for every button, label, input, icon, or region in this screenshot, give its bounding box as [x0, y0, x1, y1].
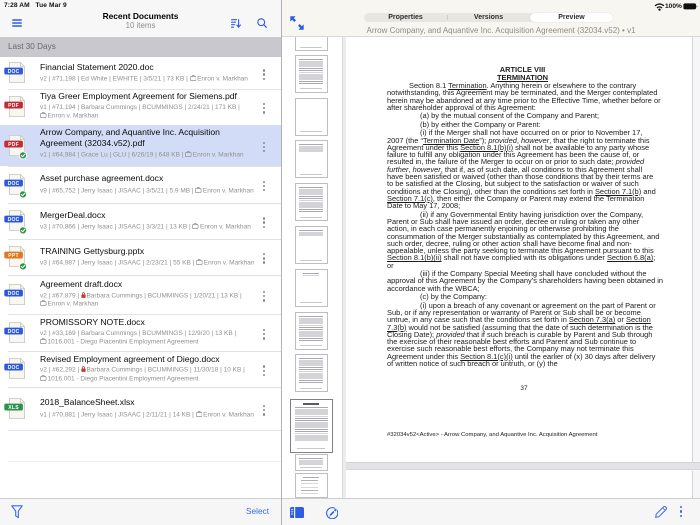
svg-text:PPT: PPT	[8, 253, 19, 259]
svg-text:DOC: DOC	[8, 291, 20, 297]
svg-text:DOC: DOC	[8, 69, 20, 75]
svg-text:PDF: PDF	[8, 142, 19, 148]
svg-text:PDF: PDF	[8, 103, 19, 109]
svg-text:DOC: DOC	[8, 217, 20, 223]
svg-text:DOC: DOC	[8, 329, 20, 335]
svg-text:DOC: DOC	[8, 365, 20, 371]
svg-text:DOC: DOC	[8, 181, 20, 187]
svg-text:XLS: XLS	[8, 405, 19, 411]
